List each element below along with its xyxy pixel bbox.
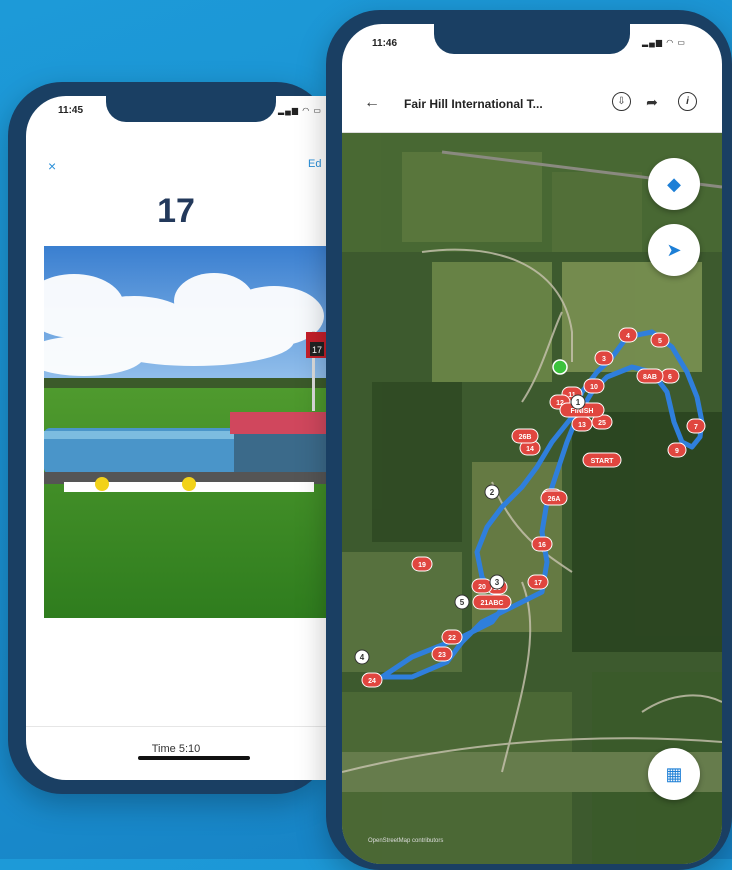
status-icons: ▂▄▆ ◠ ▭ bbox=[642, 38, 686, 47]
left-phone-frame: 11:45 ▂▄▆ ◠ ▭ × Ed 17 17 Time 5:10 bbox=[8, 82, 330, 794]
close-button[interactable]: × bbox=[48, 158, 56, 174]
course-fence-label: START bbox=[591, 458, 615, 465]
layers-button[interactable]: ◆ bbox=[648, 158, 700, 210]
course-fence-label: 24 bbox=[368, 678, 376, 685]
status-time: 11:46 bbox=[372, 38, 398, 49]
info-icon[interactable]: i bbox=[678, 92, 697, 111]
course-fence-label: 9 bbox=[675, 448, 679, 455]
course-title: Fair Hill International T... bbox=[404, 97, 543, 111]
course-fence-label: 26B bbox=[519, 434, 532, 441]
course-fence-label: 23 bbox=[438, 652, 446, 659]
right-phone-frame: 11:46 ▂▄▆ ◠ ▭ ← Fair Hill International … bbox=[326, 10, 732, 870]
fence-photo: 17 bbox=[44, 246, 326, 618]
course-fence-label: 14 bbox=[526, 446, 534, 453]
share-icon[interactable]: ➦ bbox=[642, 92, 662, 112]
minute-marker[interactable]: 4 bbox=[354, 649, 370, 665]
course-fence-label: 6 bbox=[668, 374, 672, 381]
course-fence-label: 25 bbox=[598, 420, 606, 427]
course-fence-marker[interactable]: 16 bbox=[531, 536, 553, 552]
course-fence-label: 8AB bbox=[643, 374, 657, 381]
course-fence-marker[interactable]: 22 bbox=[441, 629, 463, 645]
course-fence-label: 10 bbox=[590, 384, 598, 391]
minute-marker[interactable]: 2 bbox=[484, 484, 500, 500]
course-fence-marker[interactable]: 3 bbox=[594, 350, 614, 366]
photo-flag-number: 17 bbox=[312, 345, 322, 355]
course-fence-label: 26A bbox=[548, 496, 561, 503]
course-fence-marker[interactable]: 7 bbox=[686, 418, 706, 434]
download-icon[interactable]: ⇩ bbox=[612, 92, 631, 111]
course-fence-label: 17 bbox=[534, 580, 542, 587]
minute-marker-label: 5 bbox=[460, 598, 465, 607]
map-attribution: OpenStreetMap contributors bbox=[368, 838, 444, 844]
course-fence-marker[interactable]: 10 bbox=[583, 378, 605, 394]
status-time: 11:45 bbox=[58, 105, 84, 116]
home-indicator bbox=[138, 756, 250, 760]
course-fence-marker[interactable]: 23 bbox=[431, 646, 453, 662]
course-fence-marker[interactable]: 13 bbox=[571, 416, 593, 432]
course-fence-marker[interactable]: 24 bbox=[361, 672, 383, 688]
course-fence-marker[interactable]: 6 bbox=[660, 368, 680, 384]
minute-marker-label: 1 bbox=[576, 398, 581, 407]
course-fence-label: 3 bbox=[602, 356, 606, 363]
minute-marker[interactable]: 5 bbox=[454, 594, 470, 610]
phone-notch bbox=[106, 96, 276, 122]
course-fence-marker[interactable]: 4 bbox=[618, 327, 638, 343]
course-fence-marker[interactable]: 17 bbox=[527, 574, 549, 590]
phone-notch bbox=[434, 24, 630, 54]
locate-button[interactable]: ➤ bbox=[648, 224, 700, 276]
grid-menu-button[interactable]: ▦ bbox=[648, 748, 700, 800]
course-fence-label: 16 bbox=[538, 542, 546, 549]
course-fence-marker[interactable]: 9 bbox=[667, 442, 687, 458]
course-fence-marker[interactable]: 20 bbox=[471, 578, 493, 594]
course-fence-label: 5 bbox=[658, 338, 662, 345]
minute-marker-label: 2 bbox=[490, 488, 495, 497]
course-fence-label: 20 bbox=[478, 584, 486, 591]
course-fence-label: 4 bbox=[626, 333, 630, 340]
minute-marker-label: 4 bbox=[360, 653, 365, 662]
map-top-bar: ← Fair Hill International T... ⇩ ➦ i bbox=[342, 68, 722, 133]
fence-number-title: 17 bbox=[157, 192, 195, 230]
minute-marker[interactable]: 1 bbox=[570, 394, 586, 410]
course-map-screen: 11:46 ▂▄▆ ◠ ▭ ← Fair Hill International … bbox=[342, 24, 722, 864]
minute-marker-label: 3 bbox=[495, 578, 500, 587]
course-fence-label: 19 bbox=[418, 562, 426, 569]
status-icons: ▂▄▆ ◠ ▭ bbox=[278, 106, 322, 115]
course-fence-marker[interactable]: 5 bbox=[650, 332, 670, 348]
time-label: Time 5:10 bbox=[151, 743, 201, 755]
minute-marker[interactable]: 3 bbox=[489, 574, 505, 590]
course-fence-label: 21ABC bbox=[481, 600, 504, 607]
course-fence-label: FINISH bbox=[571, 408, 594, 415]
course-fence-label: 7 bbox=[694, 424, 698, 431]
course-fence-marker[interactable]: 26A bbox=[540, 490, 568, 506]
edit-button[interactable]: Ed bbox=[308, 158, 321, 170]
fence-detail-screen: 11:45 ▂▄▆ ◠ ▭ × Ed 17 17 Time 5:10 bbox=[26, 96, 326, 780]
course-fence-marker[interactable]: 8AB bbox=[636, 368, 664, 384]
course-fence-marker[interactable]: 21ABC bbox=[472, 594, 512, 610]
time-footer: Time 5:10 bbox=[26, 726, 326, 780]
course-fence-marker[interactable]: 26B bbox=[511, 428, 539, 444]
course-fence-label: 22 bbox=[448, 635, 456, 642]
course-fence-label: 13 bbox=[578, 422, 586, 429]
back-arrow-icon[interactable]: ← bbox=[364, 94, 380, 112]
course-fence-marker[interactable]: 19 bbox=[411, 556, 433, 572]
course-fence-marker[interactable]: START bbox=[582, 452, 622, 468]
